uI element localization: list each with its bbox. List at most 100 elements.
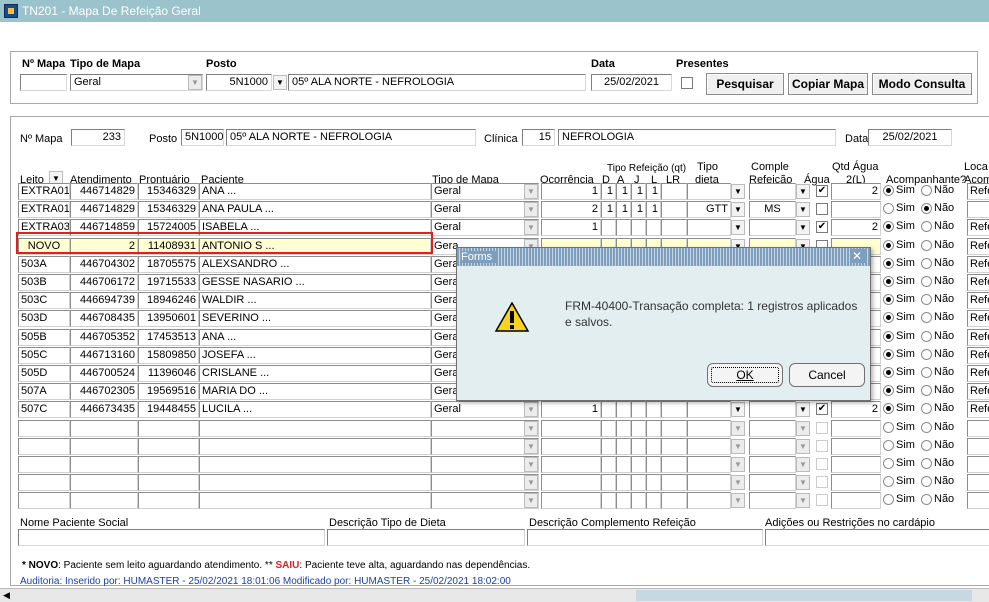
cell-lr[interactable] — [661, 456, 687, 473]
acomp-sim-radio[interactable] — [883, 203, 894, 214]
cell-loca[interactable] — [967, 456, 989, 473]
cell-tipo[interactable]: Geral — [431, 401, 539, 418]
cell-qtd[interactable]: 2 — [831, 183, 881, 200]
cell-l[interactable] — [646, 438, 661, 455]
cell-pront[interactable]: 19715533 — [138, 274, 199, 291]
cell-d[interactable] — [601, 456, 616, 473]
acomp-sim-radio[interactable] — [883, 476, 894, 487]
acomp-sim-radio[interactable] — [883, 185, 894, 196]
acomp-sim-radio[interactable] — [883, 312, 894, 323]
cell-dieta[interactable] — [687, 420, 731, 437]
cell-loca[interactable]: Refe — [967, 238, 989, 255]
cell-j[interactable] — [631, 219, 646, 236]
acomp-nao-radio[interactable] — [921, 312, 932, 323]
chevron-down-icon[interactable]: ▼ — [731, 202, 745, 217]
acomp-sim-radio[interactable] — [883, 422, 894, 433]
cell-pront[interactable]: 18946246 — [138, 292, 199, 309]
chevron-down-icon[interactable]: ▼ — [188, 75, 202, 90]
cell-l[interactable] — [646, 420, 661, 437]
cell-j[interactable] — [631, 474, 646, 491]
cell-qtd[interactable] — [831, 438, 881, 455]
acomp-nao-radio[interactable] — [921, 276, 932, 287]
cell-pac[interactable]: JOSEFA ... — [199, 347, 431, 364]
acomp-sim-radio[interactable] — [883, 367, 894, 378]
posto-lov-icon[interactable]: ▼ — [273, 75, 287, 90]
acomp-nao-radio[interactable] — [921, 331, 932, 342]
cell-atend[interactable] — [70, 438, 138, 455]
cell-pac[interactable]: ANA ... — [199, 183, 431, 200]
cell-atend[interactable]: 446714829 — [70, 183, 138, 200]
n-mapa-search-input[interactable] — [20, 74, 67, 91]
cell-d[interactable] — [601, 219, 616, 236]
cell-loca[interactable]: Refe — [967, 383, 989, 400]
cell-qtd[interactable] — [831, 492, 881, 509]
chevron-down-icon[interactable]: ▼ — [524, 220, 538, 235]
cell-pront[interactable]: 13950601 — [138, 310, 199, 327]
cell-qtd[interactable]: 2 — [831, 219, 881, 236]
table-row[interactable]: 507C 446673435 19448455 LUCILA ... Geral ▼ 1 ▼ ▼… — [18, 401, 989, 418]
cell-pront[interactable] — [138, 492, 199, 509]
cell-pront[interactable]: 18705575 — [138, 256, 199, 273]
cell-l[interactable]: 1 — [646, 183, 661, 200]
data-search-input[interactable]: 25/02/2021 — [591, 74, 672, 91]
cell-loca[interactable] — [967, 201, 989, 218]
cell-dieta[interactable] — [687, 474, 731, 491]
cell-dieta[interactable] — [687, 219, 731, 236]
cell-j[interactable]: 1 — [631, 183, 646, 200]
cell-l[interactable] — [646, 474, 661, 491]
cell-comp[interactable] — [749, 438, 796, 455]
acomp-nao-radio[interactable] — [921, 476, 932, 487]
cell-pront[interactable]: 19569516 — [138, 383, 199, 400]
empty-table-row[interactable]: ▼ ▼ ▼ Sim Não — [18, 456, 989, 473]
cell-d[interactable] — [601, 474, 616, 491]
cell-pront[interactable]: 15809850 — [138, 347, 199, 364]
cancel-button[interactable]: Cancel — [789, 363, 865, 387]
cell-lr[interactable] — [661, 201, 687, 218]
cell-pront[interactable] — [138, 420, 199, 437]
cell-a[interactable] — [616, 219, 631, 236]
chevron-down-icon[interactable]: ▼ — [796, 202, 810, 217]
cell-leito[interactable]: 503A — [18, 256, 70, 273]
cell-qtd[interactable]: 2 — [831, 401, 881, 418]
cell-oc[interactable] — [541, 474, 601, 491]
cell-comp[interactable] — [749, 456, 796, 473]
cell-oc[interactable]: 2 — [541, 201, 601, 218]
cell-comp[interactable]: MS — [749, 201, 796, 218]
cell-atend[interactable]: 446708435 — [70, 310, 138, 327]
acomp-nao-radio[interactable] — [921, 185, 932, 196]
chevron-down-icon[interactable]: ▼ — [796, 475, 810, 490]
agua-checkbox[interactable] — [816, 494, 828, 506]
cell-j[interactable] — [631, 401, 646, 418]
cell-tipo[interactable] — [431, 456, 539, 473]
acomp-nao-radio[interactable] — [921, 221, 932, 232]
acomp-sim-radio[interactable] — [883, 294, 894, 305]
cell-loca[interactable]: Refe — [967, 256, 989, 273]
cell-a[interactable]: 1 — [616, 183, 631, 200]
acomp-sim-radio[interactable] — [883, 458, 894, 469]
empty-table-row[interactable]: ▼ ▼ ▼ Sim Não — [18, 420, 989, 437]
cell-comp[interactable] — [749, 492, 796, 509]
cell-dieta[interactable] — [687, 183, 731, 200]
cell-leito[interactable]: 505B — [18, 329, 70, 346]
cell-tipo[interactable]: Geral — [431, 183, 539, 200]
cell-j[interactable] — [631, 492, 646, 509]
cell-loca[interactable] — [967, 474, 989, 491]
cell-j[interactable] — [631, 438, 646, 455]
adicoes-field[interactable] — [765, 529, 989, 546]
copiar-mapa-button[interactable]: Copiar Mapa — [788, 73, 868, 95]
cell-lr[interactable] — [661, 420, 687, 437]
cell-comp[interactable] — [749, 183, 796, 200]
cell-lr[interactable] — [661, 492, 687, 509]
cell-oc[interactable] — [541, 420, 601, 437]
cell-pront[interactable]: 11396046 — [138, 365, 199, 382]
agua-checkbox[interactable]: ✔ — [816, 185, 828, 197]
acomp-sim-radio[interactable] — [883, 276, 894, 287]
cell-atend[interactable] — [70, 474, 138, 491]
table-row[interactable]: EXTRA01 446714829 15346329 ANA PAULA ... Ger… — [18, 201, 989, 218]
cell-a[interactable] — [616, 492, 631, 509]
acomp-sim-radio[interactable] — [883, 221, 894, 232]
agua-checkbox[interactable] — [816, 458, 828, 470]
acomp-sim-radio[interactable] — [883, 403, 894, 414]
cell-oc[interactable]: 1 — [541, 183, 601, 200]
acomp-nao-radio[interactable] — [921, 440, 932, 451]
